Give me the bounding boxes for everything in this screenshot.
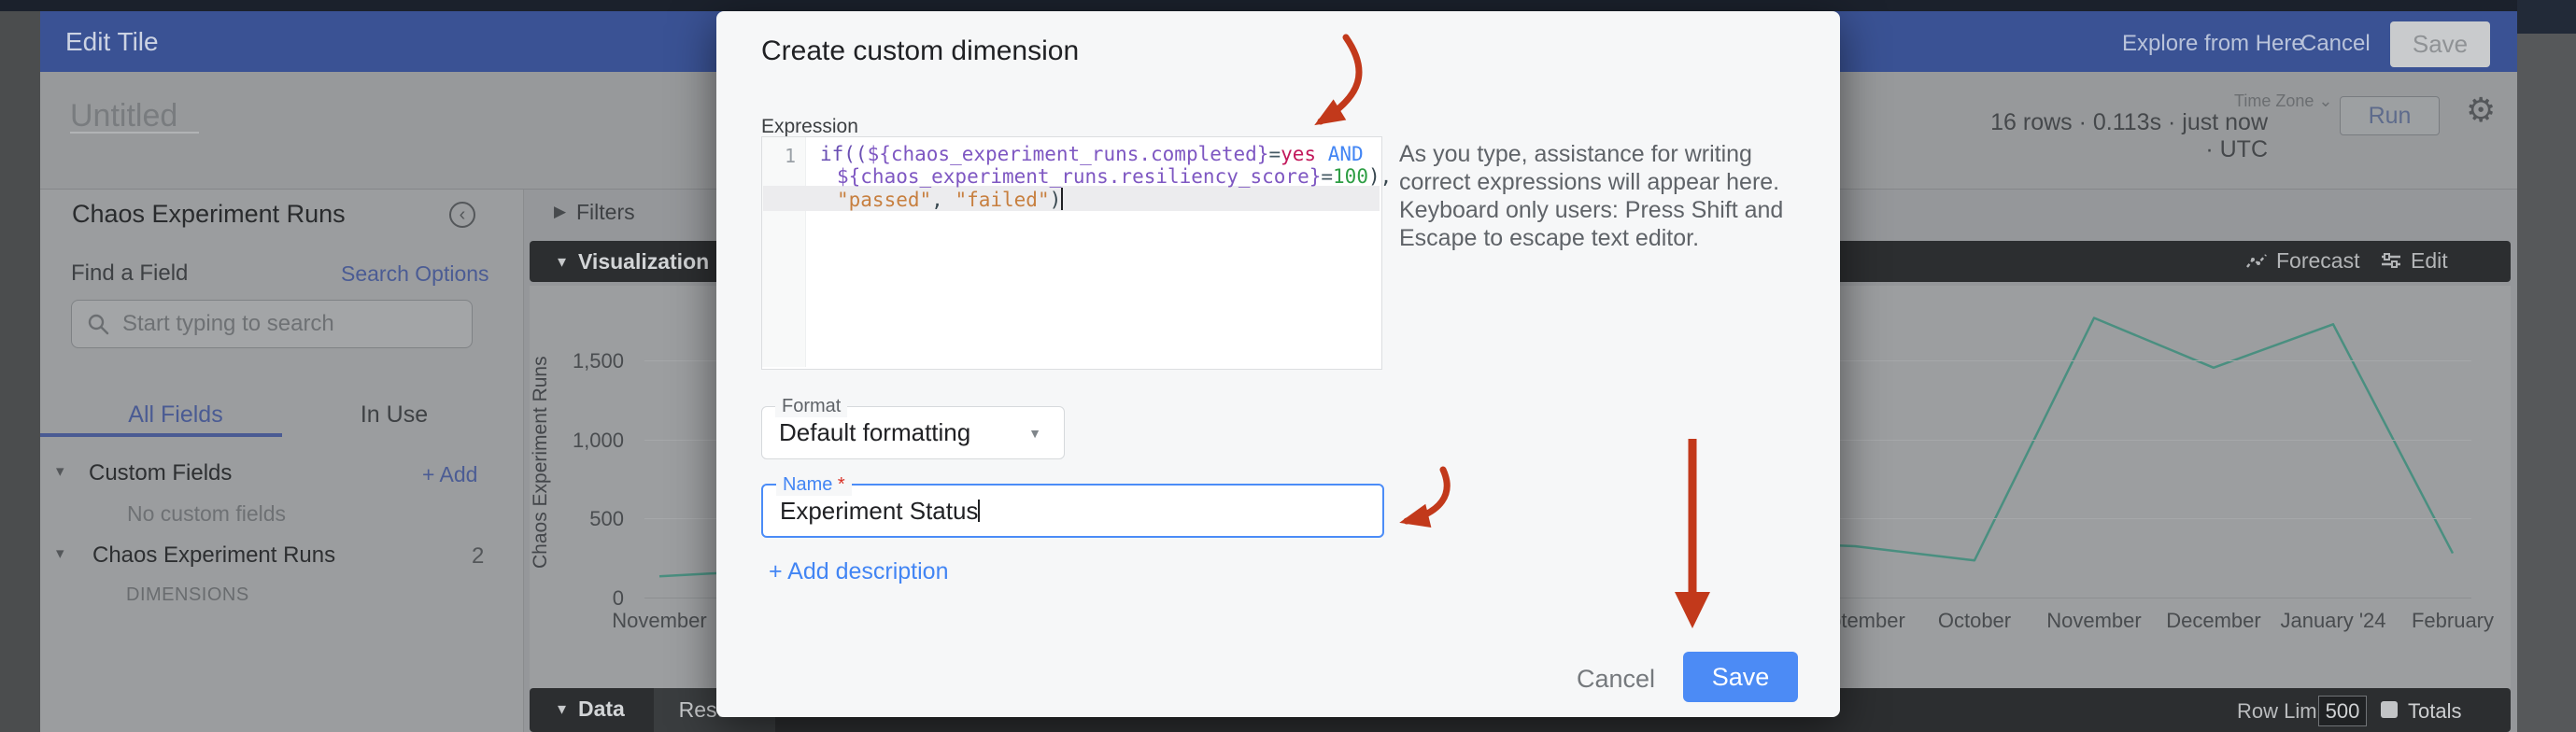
forecast-button[interactable]: Forecast bbox=[2245, 248, 2359, 274]
data-label[interactable]: Data bbox=[578, 697, 625, 722]
explore-from-here-button[interactable]: Explore from Here bbox=[2122, 31, 2304, 57]
edit-viz-label: Edit bbox=[2411, 248, 2448, 274]
view-section-chaos-experiment-runs[interactable]: Chaos Experiment Runs bbox=[92, 542, 335, 569]
tab-all-fields[interactable]: All Fields bbox=[120, 401, 232, 429]
row-limit-input[interactable] bbox=[2318, 696, 2367, 726]
format-select[interactable]: Format Default formatting ▼ bbox=[761, 406, 1065, 459]
modal-cancel-button[interactable]: Cancel bbox=[1560, 665, 1672, 694]
text-cursor bbox=[978, 500, 980, 522]
dimmed-background-right-top bbox=[2517, 0, 2576, 34]
browser-chrome-strip bbox=[0, 0, 2576, 11]
forecast-icon bbox=[2245, 252, 2268, 271]
search-icon bbox=[87, 313, 109, 335]
dimmed-background-right bbox=[2517, 0, 2576, 732]
chevron-right-icon[interactable]: ▶ bbox=[554, 203, 566, 221]
chevron-down-icon[interactable]: ▾ bbox=[56, 544, 64, 563]
query-stats: 16 rows · 0.113s · just now · UTC bbox=[1988, 109, 2268, 163]
save-button-top[interactable]: Save bbox=[2390, 21, 2490, 67]
sliders-icon bbox=[2380, 252, 2402, 271]
gear-icon[interactable]: ⚙ bbox=[2466, 93, 2496, 127]
field-search-input[interactable] bbox=[120, 301, 460, 347]
sidebar-title: Chaos Experiment Runs bbox=[72, 200, 346, 229]
modal-save-button[interactable]: Save bbox=[1683, 652, 1798, 702]
add-custom-field-button[interactable]: + Add bbox=[422, 462, 477, 487]
filters-section[interactable]: Filters bbox=[576, 200, 635, 225]
dimensions-heading: DIMENSIONS bbox=[126, 584, 249, 606]
text-cursor bbox=[1061, 188, 1063, 210]
view-field-count-badge: 2 bbox=[472, 543, 484, 570]
time-zone-dropdown[interactable]: Time Zone ⌄ bbox=[2234, 92, 2332, 111]
edit-viz-button[interactable]: Edit bbox=[2380, 248, 2448, 274]
chevron-down-icon[interactable]: ▾ bbox=[56, 462, 64, 481]
tab-in-use[interactable]: In Use bbox=[338, 401, 450, 429]
expression-editor[interactable]: 1 if((${chaos_experiment_runs.completed}… bbox=[761, 136, 1382, 370]
chevron-down-icon[interactable]: ▾ bbox=[558, 699, 566, 719]
expression-label: Expression bbox=[761, 116, 858, 138]
find-a-field-label: Find a Field bbox=[71, 260, 188, 287]
assist-text: As you type, assistance for writing corr… bbox=[1399, 140, 1791, 252]
collapse-sidebar-icon[interactable]: ‹ bbox=[449, 202, 475, 228]
name-input[interactable]: Experiment Status bbox=[780, 486, 980, 536]
custom-fields-section[interactable]: Custom Fields bbox=[89, 460, 232, 486]
row-limit-label: Row Limit bbox=[2237, 699, 2328, 724]
format-value: Default formatting bbox=[779, 407, 970, 458]
y-axis-title: Chaos Experiment Runs bbox=[530, 308, 554, 616]
name-field[interactable]: Name * Experiment Status bbox=[761, 484, 1384, 538]
dialog-title: Edit Tile bbox=[65, 27, 159, 57]
field-picker-sidebar: Chaos Experiment Runs ‹ Find a Field Sea… bbox=[40, 190, 524, 732]
code-line: "passed", "failed") bbox=[837, 188, 1063, 211]
screen: Edit Tile Explore from Here Cancel Save … bbox=[0, 0, 2576, 732]
cancel-button-top[interactable]: Cancel bbox=[2300, 31, 2371, 57]
editor-gutter: 1 bbox=[762, 137, 806, 367]
forecast-label: Forecast bbox=[2276, 248, 2359, 274]
code-line: if((${chaos_experiment_runs.completed}=y… bbox=[820, 143, 1364, 165]
modal-title: Create custom dimension bbox=[761, 35, 1079, 67]
visualization-label[interactable]: Visualization bbox=[578, 249, 709, 274]
totals-checkbox[interactable] bbox=[2381, 701, 2398, 718]
field-search-box bbox=[71, 300, 473, 348]
tile-title-underline bbox=[70, 132, 199, 134]
active-tab-underline bbox=[40, 433, 282, 437]
chevron-down-icon[interactable]: ▾ bbox=[558, 252, 566, 272]
create-custom-dimension-modal: Create custom dimension Expression 1 if(… bbox=[716, 11, 1840, 717]
totals-label: Totals bbox=[2408, 699, 2461, 724]
line-number: 1 bbox=[762, 145, 796, 167]
search-options-link[interactable]: Search Options bbox=[341, 261, 489, 287]
code-line: ${chaos_experiment_runs.resiliency_score… bbox=[837, 165, 1392, 188]
dropdown-caret-icon: ▼ bbox=[1028, 426, 1041, 441]
no-custom-fields-text: No custom fields bbox=[127, 501, 286, 527]
tile-title-input[interactable]: Untitled bbox=[70, 98, 177, 134]
add-description-link[interactable]: + Add description bbox=[769, 558, 949, 585]
run-button[interactable]: Run bbox=[2340, 96, 2440, 135]
